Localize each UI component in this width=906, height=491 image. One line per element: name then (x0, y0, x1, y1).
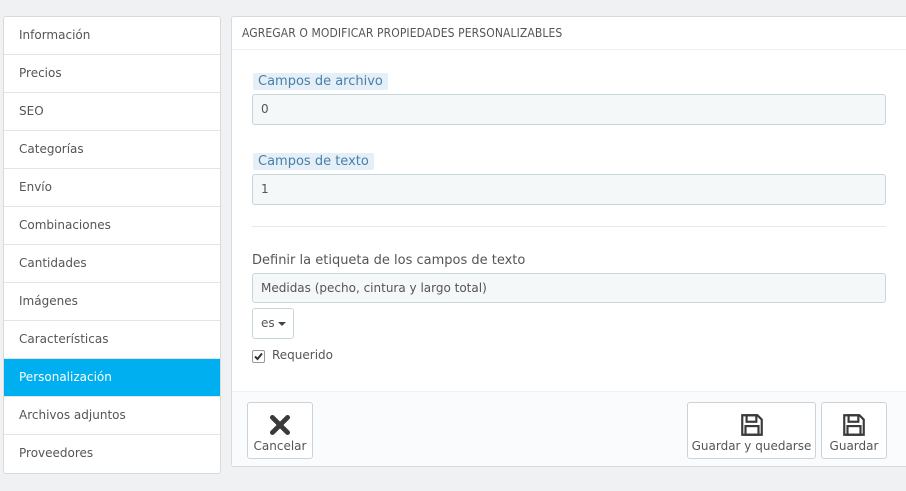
floppy-disk-icon (740, 414, 763, 436)
product-tabs-sidebar: Información Precios SEO Categorías Envío… (3, 16, 221, 474)
panel-footer: Cancelar Guardar y quedarse Guardar (232, 391, 906, 466)
divider (252, 226, 886, 227)
file-fields-input[interactable]: 0 (252, 94, 886, 125)
sidebar-item-cantidades[interactable]: Cantidades (4, 245, 220, 283)
text-fields-input[interactable]: 1 (252, 174, 886, 205)
text-fields-label: Campos de texto (253, 153, 374, 170)
save-button-label: Guardar (829, 439, 879, 453)
text-field-label-heading: Definir la etiqueta de los campos de tex… (252, 253, 526, 268)
save-button[interactable]: Guardar (821, 402, 887, 459)
file-fields-label: Campos de archivo (253, 73, 388, 90)
panel-title: AGREGAR O MODIFICAR PROPIEDADES PERSONAL… (232, 17, 906, 50)
language-select[interactable]: es (252, 308, 294, 339)
sidebar-item-informacion[interactable]: Información (4, 17, 220, 55)
customization-panel: AGREGAR O MODIFICAR PROPIEDADES PERSONAL… (231, 16, 906, 467)
sidebar-item-combinaciones[interactable]: Combinaciones (4, 207, 220, 245)
required-label: Requerido (272, 348, 334, 362)
sidebar-item-envio[interactable]: Envío (4, 169, 220, 207)
save-and-stay-button-label: Guardar y quedarse (691, 439, 812, 453)
sidebar-item-proveedores[interactable]: Proveedores (4, 435, 220, 473)
cancel-button-label: Cancelar (253, 439, 307, 453)
sidebar-item-precios[interactable]: Precios (4, 55, 220, 93)
floppy-disk-icon (843, 414, 865, 436)
sidebar-item-caracteristicas[interactable]: Características (4, 321, 220, 359)
chevron-down-icon (277, 321, 286, 326)
close-icon (269, 414, 291, 436)
checkmark-icon (254, 352, 263, 361)
sidebar-item-categorias[interactable]: Categorías (4, 131, 220, 169)
language-select-value: es (261, 316, 275, 330)
sidebar-item-personalizacion[interactable]: Personalización (4, 359, 220, 397)
save-and-stay-button[interactable]: Guardar y quedarse (687, 402, 816, 459)
sidebar-item-archivos-adjuntos[interactable]: Archivos adjuntos (4, 397, 220, 435)
sidebar-item-seo[interactable]: SEO (4, 93, 220, 131)
text-field-label-input[interactable]: Medidas (pecho, cintura y largo total) (252, 273, 886, 303)
cancel-button[interactable]: Cancelar (247, 402, 313, 459)
required-checkbox[interactable] (252, 350, 265, 363)
sidebar-item-imagenes[interactable]: Imágenes (4, 283, 220, 321)
